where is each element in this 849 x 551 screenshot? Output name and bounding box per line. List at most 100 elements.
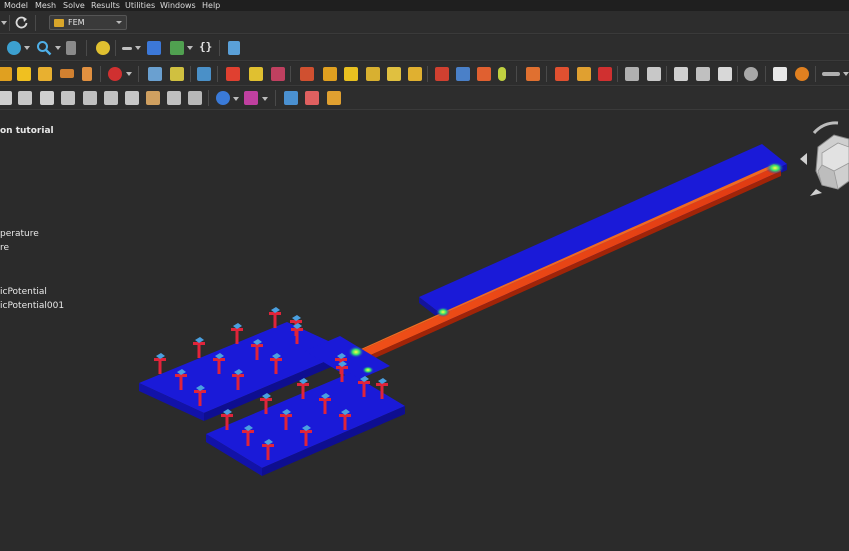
menu-utilities[interactable]: Utilities: [125, 0, 155, 11]
folder-icon[interactable]: [147, 41, 161, 55]
rotate-arrow-icon: [812, 121, 839, 135]
hotspot-junction-2: [362, 366, 374, 374]
view-style-icon[interactable]: [7, 41, 21, 55]
hotspot-junction: [348, 346, 364, 358]
mesh-netgen-icon[interactable]: [170, 67, 184, 81]
centrif-icon[interactable]: [344, 67, 358, 81]
view-left-icon[interactable]: [125, 91, 139, 105]
mesh-display-info-icon[interactable]: [718, 67, 732, 81]
initial-temperature-icon[interactable]: [435, 67, 449, 81]
view-isometric-icon[interactable]: [0, 91, 12, 105]
section-icon[interactable]: [188, 91, 202, 105]
chevron-down-icon[interactable]: [187, 46, 193, 50]
3d-viewport[interactable]: on tutorial perature re icPotential icPo…: [0, 111, 849, 551]
long-plate: [419, 144, 787, 323]
plane-rotation-icon[interactable]: [271, 67, 285, 81]
navigation-cube[interactable]: [798, 119, 849, 199]
chevron-down-icon[interactable]: [24, 46, 30, 50]
chevron-down-icon[interactable]: [233, 97, 239, 101]
constraint-icon[interactable]: [108, 67, 122, 81]
menu-solve[interactable]: Solve: [63, 0, 85, 11]
mesh-boundary-icon[interactable]: [647, 67, 661, 81]
view-right-icon[interactable]: [61, 91, 75, 105]
fixed-constraint-icon[interactable]: [226, 67, 240, 81]
solver-run-icon[interactable]: [744, 67, 758, 81]
chevron-down-icon[interactable]: [135, 46, 141, 50]
heatflux-icon[interactable]: [456, 67, 470, 81]
body-heat-icon[interactable]: [498, 67, 506, 81]
view-bottom-icon[interactable]: [104, 91, 118, 105]
solver-settings-icon[interactable]: [773, 67, 787, 81]
selection-icon[interactable]: [96, 41, 110, 55]
bounding-box-icon[interactable]: [146, 91, 160, 105]
menu-mesh[interactable]: Mesh: [35, 0, 56, 11]
whats-this-icon[interactable]: [228, 41, 240, 55]
fixed-constraint-pin: [231, 323, 243, 344]
hotspot-mid: [436, 307, 450, 317]
flow-velocity-icon[interactable]: [197, 67, 211, 81]
separator: [737, 66, 738, 82]
hot-strip: [348, 164, 781, 367]
initial-flow-icon[interactable]: [598, 67, 612, 81]
workbench-selector[interactable]: FEM: [49, 15, 127, 30]
pressure-icon[interactable]: [323, 67, 337, 81]
fixed-constraint-pin: [193, 337, 205, 358]
element-geometry-icon[interactable]: [82, 67, 92, 81]
menu-model[interactable]: Model: [4, 0, 28, 11]
chevron-down-icon[interactable]: [1, 21, 7, 25]
clipping-plane-icon[interactable]: [167, 91, 181, 105]
material-fluid-icon[interactable]: [60, 69, 74, 78]
cube-orange-icon[interactable]: [327, 91, 341, 105]
contact-icon[interactable]: [408, 67, 422, 81]
fem-model: [139, 144, 787, 476]
results-plot-icon[interactable]: [244, 91, 258, 105]
separator: [100, 66, 101, 82]
fem-workbench-icon: [54, 19, 64, 27]
draw-style-icon[interactable]: [66, 41, 76, 55]
initial-pressure-icon[interactable]: [577, 67, 591, 81]
toolbar-row-4: [0, 87, 849, 110]
chevron-down-icon[interactable]: [55, 46, 61, 50]
results-purge-icon[interactable]: [795, 67, 809, 81]
separator: [290, 66, 291, 82]
spring-icon[interactable]: [387, 67, 401, 81]
material-icon[interactable]: [38, 67, 52, 81]
separator: [217, 66, 218, 82]
menu-bar: Model Mesh Solve Results Utilities Windo…: [0, 0, 849, 11]
separator: [138, 66, 139, 82]
view-top-icon[interactable]: [40, 91, 54, 105]
measure-icon[interactable]: [122, 47, 132, 50]
chevron-down-icon[interactable]: [262, 97, 268, 101]
zoom-icon[interactable]: [36, 40, 52, 56]
refresh-icon[interactable]: [14, 15, 29, 30]
mesh-clear-icon[interactable]: [696, 67, 710, 81]
menu-windows[interactable]: Windows: [160, 0, 196, 11]
cube-blue-icon[interactable]: [284, 91, 298, 105]
analysis-icon[interactable]: [0, 67, 12, 81]
chevron-down-icon[interactable]: [126, 72, 132, 76]
electrostatic-potential-icon[interactable]: [526, 67, 540, 81]
self-weight-icon[interactable]: [366, 67, 380, 81]
force-icon[interactable]: [300, 67, 314, 81]
cube-red-icon[interactable]: [305, 91, 319, 105]
sphere-display-icon[interactable]: [216, 91, 230, 105]
link-icon[interactable]: [170, 41, 184, 55]
displacement-icon[interactable]: [249, 67, 263, 81]
fixed-constraint-pin: [154, 353, 166, 374]
separator: [115, 40, 116, 56]
view-front-icon[interactable]: [18, 91, 32, 105]
temperature-icon[interactable]: [477, 67, 491, 81]
solver-icon[interactable]: [17, 67, 31, 81]
separator: [208, 90, 209, 106]
menu-help[interactable]: Help: [202, 0, 220, 11]
menu-results[interactable]: Results: [91, 0, 120, 11]
mesh-region-icon[interactable]: [625, 67, 639, 81]
view-rear-icon[interactable]: [83, 91, 97, 105]
mesh-gmsh-icon[interactable]: [148, 67, 162, 81]
macro-editor-icon[interactable]: {}: [199, 40, 212, 53]
post-pipeline-icon[interactable]: [822, 72, 840, 76]
chevron-down-icon[interactable]: [843, 72, 849, 76]
mesh-group-icon[interactable]: [674, 67, 688, 81]
flow-constraint-icon[interactable]: [555, 67, 569, 81]
separator: [516, 66, 517, 82]
